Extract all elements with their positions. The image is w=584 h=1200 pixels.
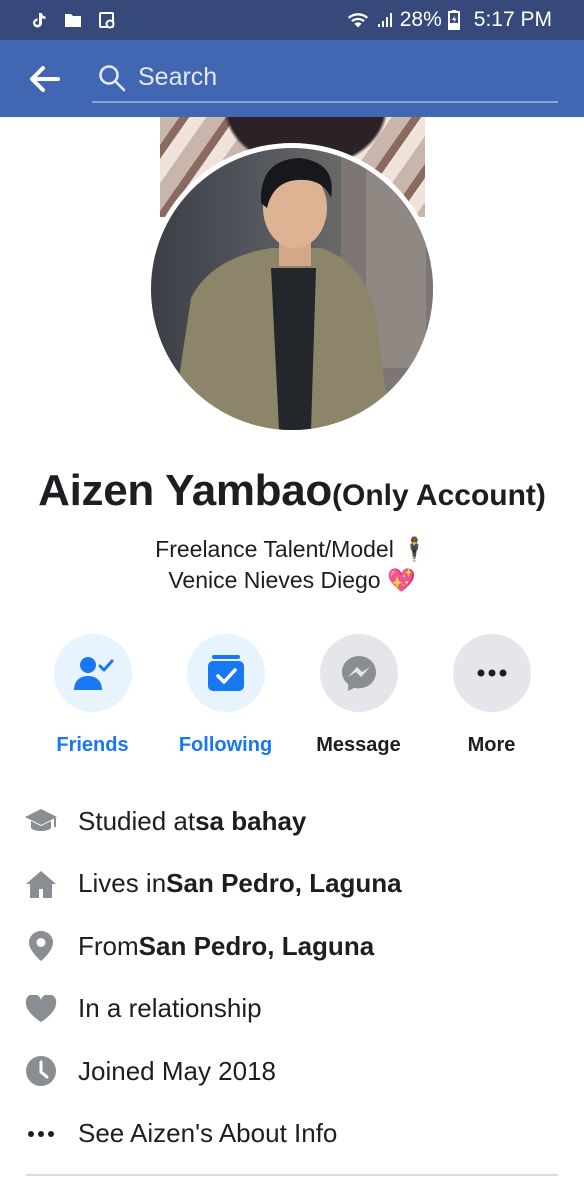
following-button-circle [186, 634, 265, 712]
intro-info-list: Studied at sa bahay Lives in San Pedro, … [24, 790, 558, 1165]
info-studied[interactable]: Studied at sa bahay [24, 790, 558, 853]
info-from[interactable]: From San Pedro, Laguna [24, 915, 558, 978]
status-right: 28% 5:17 PM [346, 8, 552, 32]
back-arrow-icon [30, 65, 60, 92]
info-relationship[interactable]: In a relationship [24, 978, 558, 1041]
clock: 5:17 PM [473, 8, 552, 31]
profile-actions: Friends Following Message More [26, 634, 558, 757]
search-bar[interactable] [92, 54, 558, 103]
status-bar: 28% 5:17 PM [0, 0, 584, 40]
more-dots-small-icon [24, 1117, 58, 1151]
home-icon [24, 867, 58, 901]
friends-label: Friends [56, 734, 129, 756]
messenger-icon [341, 656, 376, 691]
heart-icon [24, 992, 58, 1026]
message-button[interactable]: Message [292, 634, 425, 757]
battery-icon [447, 10, 460, 30]
from-place[interactable]: San Pedro, Laguna [139, 931, 375, 962]
profile-photo-image [171, 148, 433, 430]
section-divider [26, 1174, 558, 1176]
following-check-icon [207, 655, 244, 691]
profile-name-row: Aizen Yambao(Only Account) [0, 466, 584, 516]
profile-photo[interactable] [151, 148, 433, 430]
following-button[interactable]: Following [159, 634, 292, 757]
see-about-link[interactable]: See Aizen's About Info [78, 1118, 337, 1149]
friends-button-circle [53, 634, 132, 712]
joined-date: Joined May 2018 [78, 1055, 277, 1086]
from-prefix: From [78, 930, 139, 961]
wifi-icon [347, 13, 368, 28]
education-cap-icon [24, 804, 58, 838]
profile-name: Aizen Yambao [38, 466, 333, 515]
friends-check-icon [73, 657, 113, 690]
clock-icon [24, 1054, 58, 1088]
more-label: More [467, 734, 516, 756]
info-see-about[interactable]: See Aizen's About Info [24, 1103, 558, 1166]
bio-line-1: Freelance Talent/Model 🕴 [155, 536, 429, 562]
studied-prefix: Studied at [78, 805, 196, 836]
message-label: Message [316, 734, 401, 756]
tiktok-icon [33, 13, 46, 28]
location-pin-icon [24, 929, 58, 963]
profile-bio: Freelance Talent/Model 🕴 Venice Nieves D… [0, 534, 584, 596]
lives-prefix: Lives in [78, 868, 167, 899]
more-button[interactable]: More [425, 634, 558, 757]
info-joined: Joined May 2018 [24, 1040, 558, 1103]
search-icon [99, 64, 126, 91]
signal-icon [377, 13, 392, 27]
search-input[interactable] [138, 63, 538, 92]
search-header [0, 40, 584, 117]
folder-icon [65, 14, 81, 27]
studied-place[interactable]: sa bahay [195, 806, 306, 837]
gallery-icon [99, 12, 115, 29]
battery-percent: 28% [399, 8, 442, 31]
friends-button[interactable]: Friends [26, 634, 159, 757]
following-label: Following [178, 734, 273, 756]
lives-place[interactable]: San Pedro, Laguna [166, 868, 402, 899]
bio-line-2: Venice Nieves Diego 💖 [168, 567, 416, 593]
profile-name-suffix: (Only Account) [332, 479, 546, 512]
relationship-status: In a relationship [78, 993, 262, 1024]
back-button[interactable] [0, 40, 90, 117]
info-lives[interactable]: Lives in San Pedro, Laguna [24, 853, 558, 916]
more-button-circle [452, 634, 531, 712]
message-button-circle [319, 634, 398, 712]
more-dots-icon [477, 669, 506, 677]
status-left-icons [30, 11, 116, 29]
